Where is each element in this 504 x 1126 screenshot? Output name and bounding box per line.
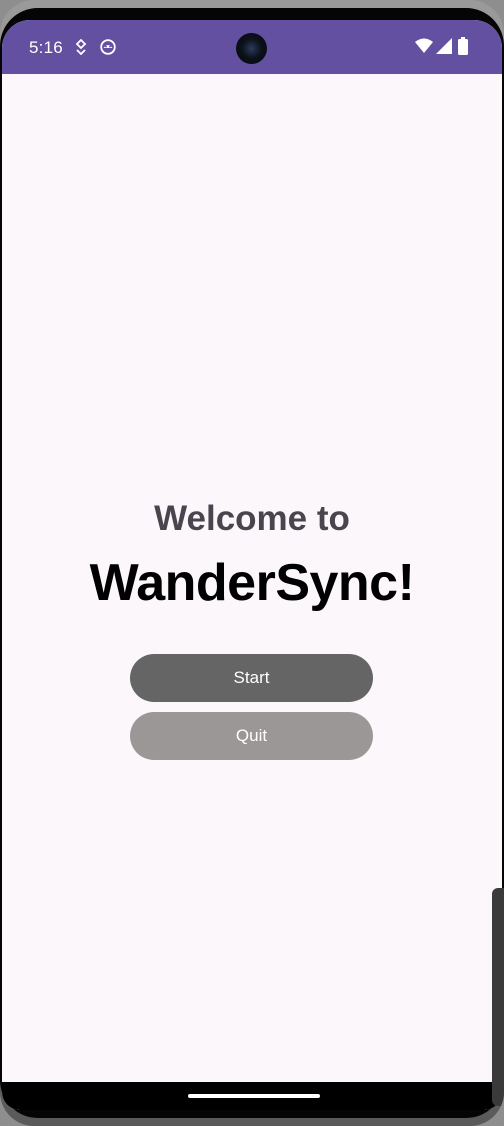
status-bar: 5:16: [2, 20, 502, 74]
home-indicator[interactable]: [188, 1094, 320, 1098]
app-title: WanderSync!: [89, 554, 415, 612]
status-time: 5:16: [29, 38, 63, 57]
battery-icon: [458, 37, 468, 55]
navigation-bar: [2, 1082, 502, 1110]
wifi-icon: [415, 38, 433, 54]
device-frame: 5:16 Welcome to WanderSync! Start Quit: [0, 0, 504, 1126]
welcome-heading: Welcome to: [154, 499, 350, 538]
main-content: Welcome to WanderSync! Start Quit: [2, 74, 502, 1082]
side-button: [492, 888, 504, 1106]
phone-screen: 5:16 Welcome to WanderSync! Start Quit: [2, 20, 502, 1110]
start-button[interactable]: Start: [130, 654, 373, 702]
app-download-icon: [73, 38, 89, 56]
quit-button[interactable]: Quit: [130, 712, 373, 760]
cellular-signal-icon: [436, 38, 452, 54]
android-face-icon: [100, 39, 116, 55]
front-camera: [236, 33, 267, 64]
